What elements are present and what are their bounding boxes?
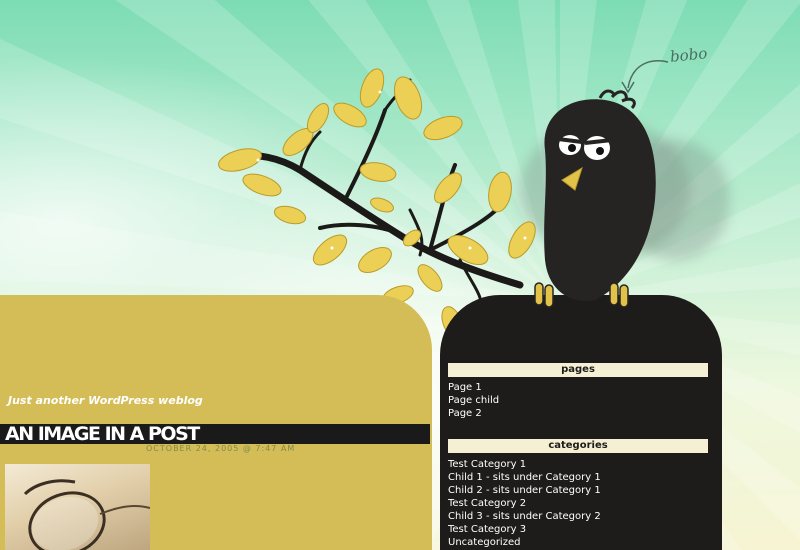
- category-link[interactable]: Test Category 2: [448, 497, 601, 510]
- categories-heading: categories: [448, 439, 708, 453]
- post-date: OCTOBER 24, 2005 @ 7:47 AM: [146, 444, 296, 453]
- post-title-link[interactable]: AN IMAGE IN A POST: [5, 422, 200, 446]
- blog-tagline: Just another WordPress weblog: [8, 394, 203, 407]
- page-link[interactable]: Page child: [448, 394, 499, 407]
- page-link[interactable]: Page 2: [448, 407, 499, 420]
- category-link[interactable]: Uncategorized: [448, 536, 601, 549]
- pages-heading: pages: [448, 363, 708, 377]
- category-link[interactable]: Test Category 1: [448, 458, 601, 471]
- category-link[interactable]: Test Category 3: [448, 523, 601, 536]
- category-link[interactable]: Child 1 - sits under Category 1: [448, 471, 601, 484]
- category-link[interactable]: Child 3 - sits under Category 2: [448, 510, 601, 523]
- glasses-icon: [23, 479, 150, 550]
- post-image: [5, 464, 150, 550]
- page-link[interactable]: Page 1: [448, 381, 499, 394]
- category-link[interactable]: Child 2 - sits under Category 1: [448, 484, 601, 497]
- pages-list: Page 1 Page child Page 2: [448, 381, 499, 420]
- categories-list: Test Category 1 Child 1 - sits under Cat…: [448, 458, 601, 549]
